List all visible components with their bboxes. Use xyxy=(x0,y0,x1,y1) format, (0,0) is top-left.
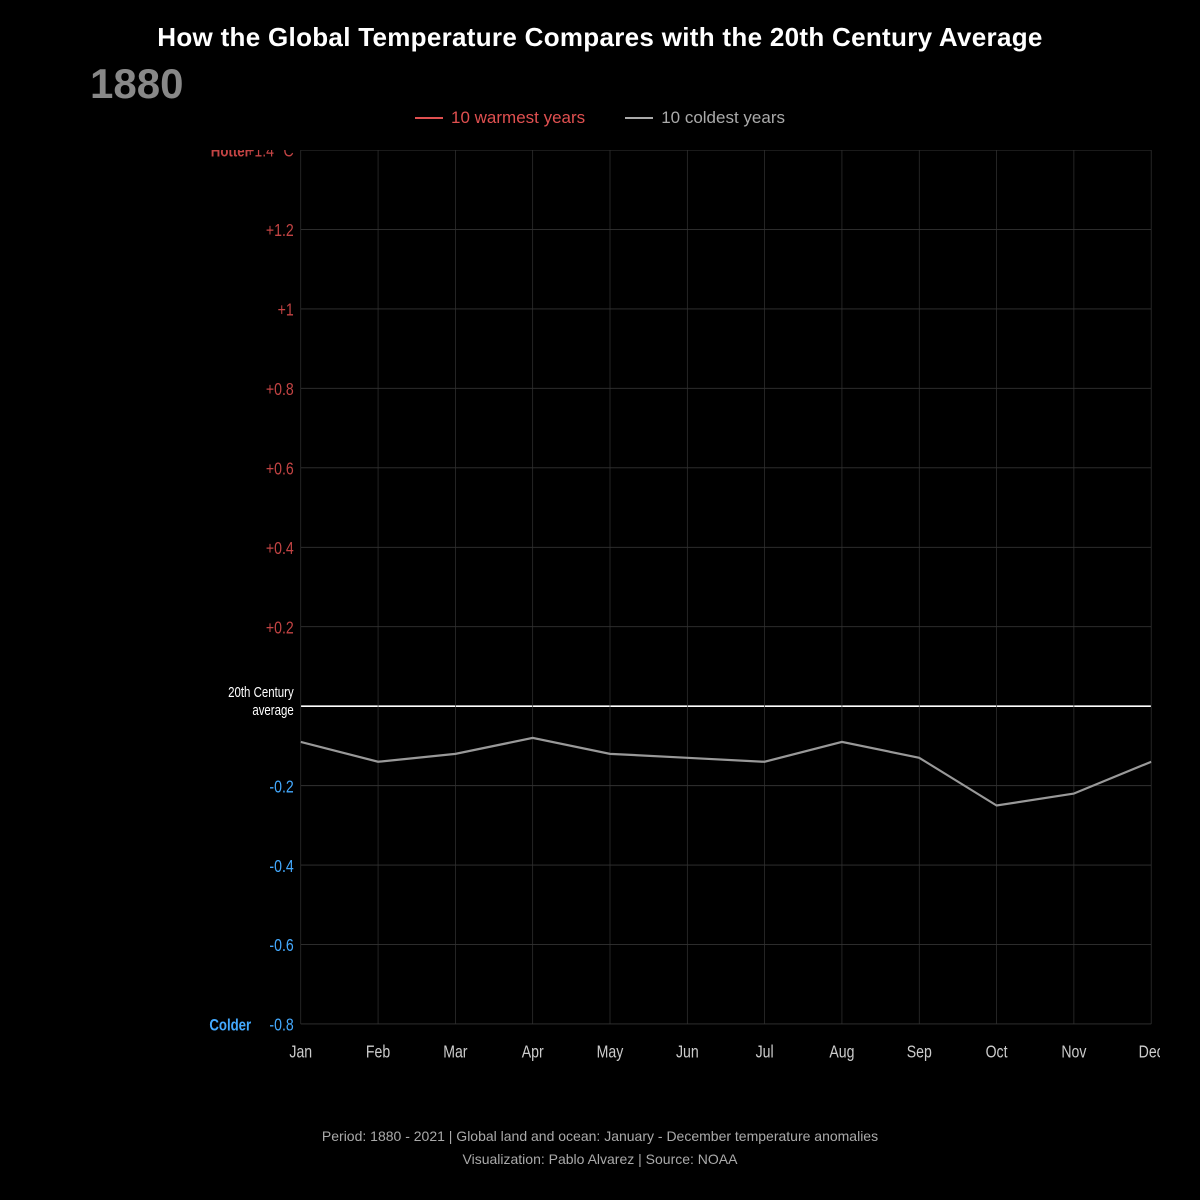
svg-text:Nov: Nov xyxy=(1061,1042,1086,1062)
warm-label: 10 warmest years xyxy=(451,108,585,128)
svg-text:Jul: Jul xyxy=(756,1042,774,1062)
svg-text:May: May xyxy=(597,1042,624,1062)
svg-text:average: average xyxy=(252,702,293,719)
svg-text:Hotter: Hotter xyxy=(211,150,250,161)
chart-container: How the Global Temperature Compares with… xyxy=(0,0,1200,1200)
cold-label: 10 coldest years xyxy=(661,108,785,128)
svg-text:Sep: Sep xyxy=(907,1042,932,1062)
svg-text:-0.2: -0.2 xyxy=(269,777,293,797)
svg-text:20th Century: 20th Century xyxy=(228,684,294,701)
svg-text:Dec: Dec xyxy=(1139,1042,1160,1062)
svg-text:+1: +1 xyxy=(278,300,294,320)
svg-text:Mar: Mar xyxy=(443,1042,468,1062)
svg-text:Colder: Colder xyxy=(209,1016,251,1035)
svg-text:+0.4: +0.4 xyxy=(266,538,294,558)
chart-area: +1.4 °C +1.2 +1 +0.8 +0.6 +0.4 +0.2 -0.2 -0.4 -0.… xyxy=(195,150,1160,1080)
svg-text:Jun: Jun xyxy=(676,1042,699,1062)
svg-text:Feb: Feb xyxy=(366,1042,390,1062)
legend-cold: 10 coldest years xyxy=(625,108,785,128)
svg-text:Aug: Aug xyxy=(829,1042,854,1062)
footer-line1: Period: 1880 - 2021 | Global land and oc… xyxy=(0,1125,1200,1147)
svg-text:+0.6: +0.6 xyxy=(266,459,294,479)
svg-text:+1.4 °C: +1.4 °C xyxy=(246,150,294,161)
svg-text:Oct: Oct xyxy=(986,1042,1008,1062)
svg-text:Apr: Apr xyxy=(522,1042,544,1062)
year-label: 1880 xyxy=(90,60,183,108)
warm-line-icon xyxy=(415,117,443,119)
footer-line2: Visualization: Pablo Alvarez | Source: N… xyxy=(0,1148,1200,1170)
temperature-chart: +1.4 °C +1.2 +1 +0.8 +0.6 +0.4 +0.2 -0.2 -0.4 -0.… xyxy=(195,150,1160,1080)
svg-text:-0.6: -0.6 xyxy=(269,936,293,956)
svg-text:Jan: Jan xyxy=(289,1042,312,1062)
main-title: How the Global Temperature Compares with… xyxy=(0,0,1200,53)
svg-text:+0.8: +0.8 xyxy=(266,380,294,400)
svg-text:+0.2: +0.2 xyxy=(266,618,294,638)
legend: 10 warmest years 10 coldest years xyxy=(0,108,1200,128)
svg-text:-0.8: -0.8 xyxy=(269,1015,293,1035)
legend-warm: 10 warmest years xyxy=(415,108,585,128)
footer: Period: 1880 - 2021 | Global land and oc… xyxy=(0,1125,1200,1170)
svg-text:+1.2: +1.2 xyxy=(266,221,294,241)
cold-line-icon xyxy=(625,117,653,119)
svg-text:-0.4: -0.4 xyxy=(269,856,293,876)
